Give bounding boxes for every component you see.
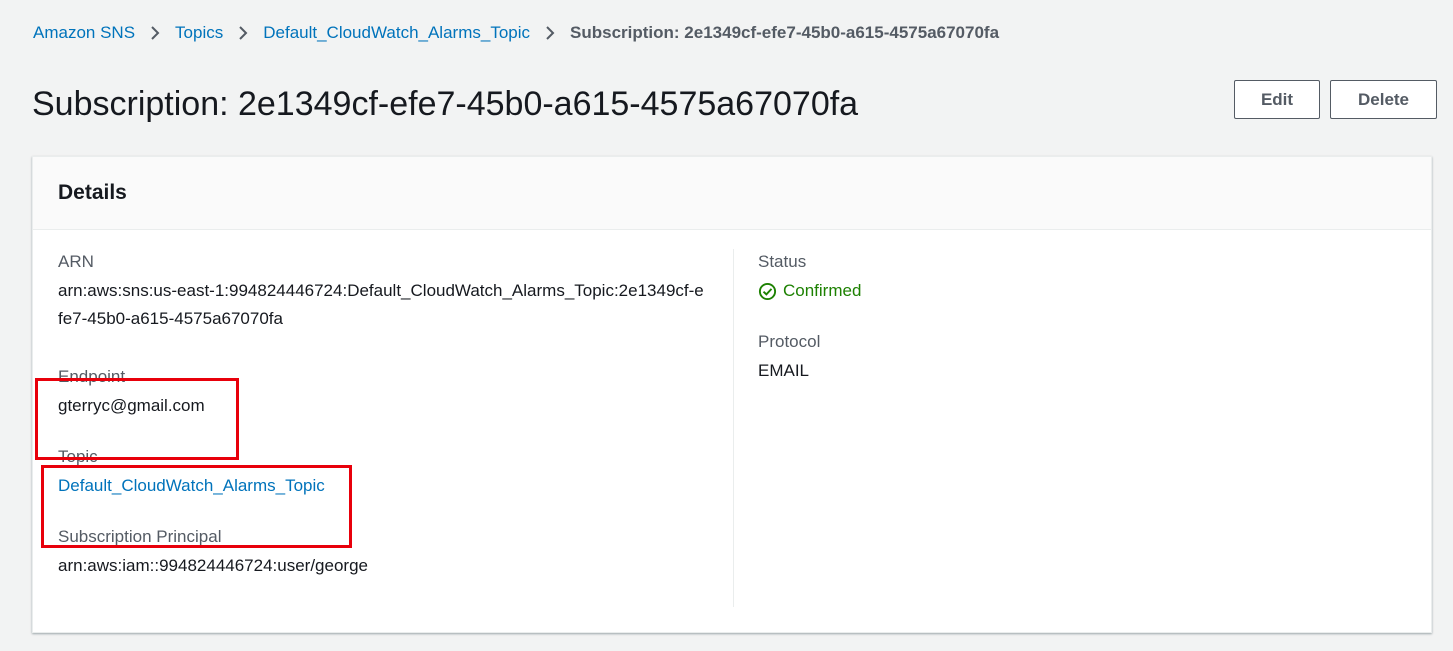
breadcrumb-current: Subscription: 2e1349cf-efe7-45b0-a615-45…: [570, 23, 1000, 42]
status-label: Status: [758, 252, 807, 271]
chevron-right-icon: [530, 25, 570, 41]
protocol-label: Protocol: [758, 332, 821, 351]
breadcrumb-topic[interactable]: Default_CloudWatch_Alarms_Topic: [263, 23, 530, 43]
breadcrumb: Amazon SNS Topics Default_CloudWatch_Ala…: [33, 20, 999, 46]
details-panel-header: Details: [33, 157, 1431, 230]
status-field: Status Confirmed: [758, 250, 1358, 305]
arn-value: arn:aws:sns:us-east-1:994824446724:Defau…: [58, 281, 704, 328]
check-circle-icon: [758, 282, 777, 300]
details-panel: Details ARN arn:aws:sns:us-east-1:994824…: [32, 156, 1432, 633]
chevron-right-icon: [223, 25, 263, 41]
endpoint-highlight-box: [35, 378, 239, 460]
arn-field: ARN arn:aws:sns:us-east-1:994824446724:D…: [58, 250, 708, 333]
details-heading: Details: [58, 181, 127, 204]
breadcrumb-amazon-sns[interactable]: Amazon SNS: [33, 23, 135, 43]
protocol-value: EMAIL: [758, 361, 810, 380]
chevron-right-icon: [135, 25, 175, 41]
page-title: Subscription: 2e1349cf-efe7-45b0-a615-45…: [32, 85, 859, 123]
delete-button[interactable]: Delete: [1330, 80, 1437, 119]
status-text: Confirmed: [783, 281, 862, 300]
status-value: Confirmed: [758, 277, 1358, 305]
breadcrumb-topics[interactable]: Topics: [175, 23, 223, 43]
topic-highlight-box: [41, 465, 352, 548]
principal-value: arn:aws:iam::994824446724:user/george: [58, 556, 368, 575]
edit-button[interactable]: Edit: [1234, 80, 1320, 119]
column-divider: [733, 249, 734, 607]
details-right-column: Status Confirmed Protocol EMAIL: [758, 250, 1358, 385]
protocol-field: Protocol EMAIL: [758, 330, 1358, 385]
arn-label: ARN: [58, 252, 94, 271]
